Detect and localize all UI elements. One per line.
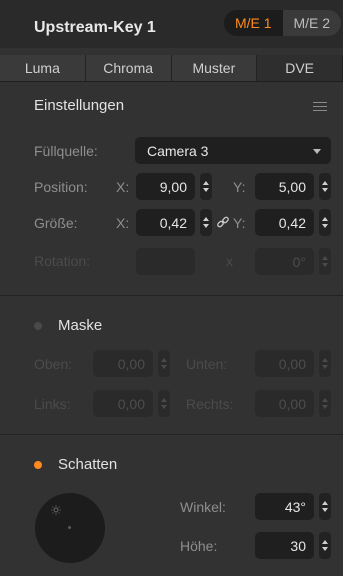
chevron-down-icon bbox=[313, 149, 321, 154]
me2-button[interactable]: M/E 2 bbox=[282, 10, 341, 36]
menu-icon[interactable] bbox=[313, 102, 327, 112]
size-x-stepper[interactable] bbox=[200, 209, 212, 236]
mask-left-field[interactable]: 0,00 bbox=[93, 390, 153, 417]
rotation-label: Rotation: bbox=[34, 253, 91, 269]
shadow-height-label: Höhe: bbox=[180, 538, 218, 554]
upstream-key-panel: Upstream-Key 1 M/E 1 M/E 2 Luma Chroma M… bbox=[0, 0, 343, 576]
settings-section: Einstellungen Füllquelle: Camera 3 Posit… bbox=[0, 82, 343, 296]
sun-icon bbox=[51, 505, 61, 515]
mask-bottom-label: Unten: bbox=[186, 356, 228, 372]
size-y-label: Y: bbox=[233, 215, 246, 231]
size-y-field[interactable]: 0,42 bbox=[255, 209, 314, 236]
fill-source-value: Camera 3 bbox=[147, 142, 209, 159]
mask-left-label: Links: bbox=[34, 396, 71, 412]
light-direction-dial[interactable] bbox=[35, 493, 105, 563]
settings-heading: Einstellungen bbox=[34, 97, 125, 114]
tab-muster[interactable]: Muster bbox=[171, 55, 258, 81]
mask-toggle[interactable] bbox=[34, 322, 42, 330]
shadow-angle-label: Winkel: bbox=[180, 499, 226, 515]
rotation-field[interactable]: 0° bbox=[255, 248, 314, 275]
tab-chroma[interactable]: Chroma bbox=[85, 55, 172, 81]
mask-right-stepper[interactable] bbox=[319, 390, 331, 417]
mask-top-label: Oben: bbox=[34, 356, 73, 372]
mask-top-stepper[interactable] bbox=[158, 350, 170, 377]
shadow-heading: Schatten bbox=[58, 456, 118, 473]
size-y-stepper[interactable] bbox=[319, 209, 331, 236]
tab-luma[interactable]: Luma bbox=[0, 55, 86, 81]
mask-right-label: Rechts: bbox=[186, 396, 234, 412]
panel-title: Upstream-Key 1 bbox=[34, 19, 156, 36]
mask-bottom-field[interactable]: 0,00 bbox=[255, 350, 314, 377]
shadow-toggle[interactable] bbox=[34, 461, 42, 469]
me1-button[interactable]: M/E 1 bbox=[224, 10, 283, 36]
mask-top-field[interactable]: 0,00 bbox=[93, 350, 153, 377]
key-type-tabs: Luma Chroma Muster DVE bbox=[0, 55, 343, 82]
size-x-label: X: bbox=[116, 215, 130, 231]
dial-center-dot bbox=[68, 526, 71, 529]
shadow-angle-stepper[interactable] bbox=[319, 493, 331, 520]
position-x-stepper[interactable] bbox=[200, 173, 212, 200]
rotation-stepper[interactable] bbox=[319, 248, 331, 275]
rotation-x-label: x bbox=[226, 253, 233, 269]
size-label: Größe: bbox=[34, 215, 78, 231]
position-y-label: Y: bbox=[233, 179, 246, 195]
shadow-angle-field[interactable]: 43° bbox=[255, 493, 314, 520]
mask-section: Maske Oben: 0,00 Unten: 0,00 Links: 0,00… bbox=[0, 296, 343, 435]
panel-header: Upstream-Key 1 M/E 1 M/E 2 bbox=[0, 0, 343, 48]
fill-source-dropdown[interactable]: Camera 3 bbox=[135, 137, 331, 164]
tab-dve[interactable]: DVE bbox=[257, 55, 343, 81]
me-selector: M/E 1 M/E 2 bbox=[224, 10, 341, 36]
position-label: Position: bbox=[34, 179, 88, 195]
mask-left-stepper[interactable] bbox=[158, 390, 170, 417]
position-x-field[interactable]: 9,00 bbox=[136, 173, 195, 200]
position-y-field[interactable]: 5,00 bbox=[255, 173, 314, 200]
shadow-height-stepper[interactable] bbox=[319, 532, 331, 559]
rotation-field-left[interactable] bbox=[136, 248, 195, 275]
size-x-field[interactable]: 0,42 bbox=[136, 209, 195, 236]
fill-source-label: Füllquelle: bbox=[34, 143, 98, 159]
mask-bottom-stepper[interactable] bbox=[319, 350, 331, 377]
mask-right-field[interactable]: 0,00 bbox=[255, 390, 314, 417]
position-x-label: X: bbox=[116, 179, 130, 195]
position-y-stepper[interactable] bbox=[319, 173, 331, 200]
link-icon[interactable] bbox=[216, 215, 230, 229]
shadow-height-field[interactable]: 30 bbox=[255, 532, 314, 559]
mask-heading: Maske bbox=[58, 317, 103, 334]
